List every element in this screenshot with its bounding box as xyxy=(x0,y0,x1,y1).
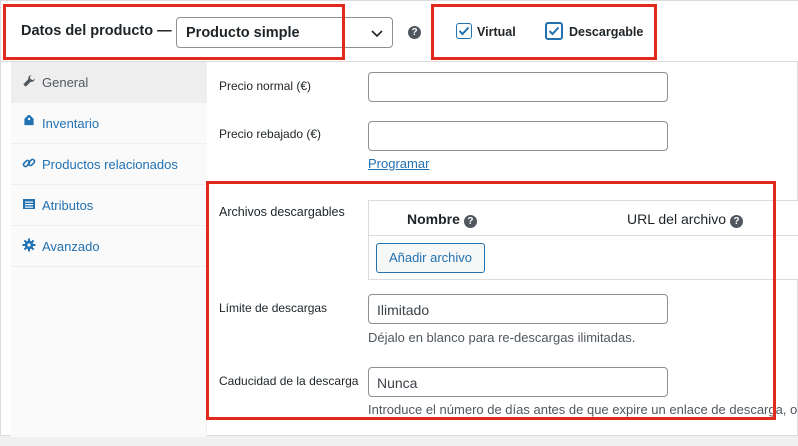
help-icon[interactable]: ? xyxy=(730,215,744,228)
product-data-title: Datos del producto — xyxy=(21,23,172,39)
product-data-tabs: General Inventario Productos relacionado… xyxy=(11,62,207,437)
downloadable-files-label: Archivos descargables xyxy=(219,205,345,219)
tab-general[interactable]: General xyxy=(11,62,207,103)
download-expiry-placeholder: Nunca xyxy=(377,375,418,391)
downloadable-checkbox[interactable] xyxy=(545,22,563,40)
tab-label: Atributos xyxy=(42,198,94,213)
tab-label: Inventario xyxy=(42,116,100,131)
download-limit-input[interactable]: Ilimitado xyxy=(368,294,668,324)
download-limit-placeholder: Ilimitado xyxy=(377,302,430,318)
virtual-label[interactable]: Virtual xyxy=(477,25,516,39)
download-limit-description: Déjalo en blanco para re-descargas ilimi… xyxy=(368,330,636,345)
downloadable-files-table: Nombre? URL del archivo? Añadir archivo xyxy=(368,200,798,280)
product-data-header: Datos del producto — Producto simple ? V… xyxy=(1,1,798,62)
gear-icon xyxy=(22,238,36,252)
column-name-header: Nombre? xyxy=(407,211,477,228)
column-url-header: URL del archivo? xyxy=(627,211,744,228)
download-expiry-description: Introduce el número de días antes de que… xyxy=(368,402,798,417)
downloads-section: Archivos descargables Nombre? URL del ar… xyxy=(206,62,798,436)
tag-icon xyxy=(24,115,34,126)
product-type-value: Producto simple xyxy=(186,25,300,41)
add-file-button[interactable]: Añadir archivo xyxy=(376,243,485,273)
checkmark-icon xyxy=(458,26,470,36)
tab-attributes[interactable]: Atributos xyxy=(11,185,207,226)
help-icon[interactable]: ? xyxy=(408,26,421,39)
wrench-icon xyxy=(23,75,35,87)
tab-label: Avanzado xyxy=(42,239,100,254)
downloadable-files-header: Nombre? URL del archivo? xyxy=(369,201,798,236)
virtual-checkbox[interactable] xyxy=(456,23,472,39)
tab-inventory[interactable]: Inventario xyxy=(11,103,207,144)
tab-label: Productos relacionados xyxy=(42,157,178,172)
help-icon[interactable]: ? xyxy=(463,215,477,228)
tab-advanced[interactable]: Avanzado xyxy=(11,226,207,267)
tab-linked-products[interactable]: Productos relacionados xyxy=(11,144,207,185)
link-icon xyxy=(22,158,36,168)
checkmark-icon xyxy=(548,26,560,36)
download-expiry-label: Caducidad de la descarga xyxy=(219,374,359,388)
list-icon xyxy=(23,199,35,209)
download-limit-label: Límite de descargas xyxy=(219,301,328,315)
product-type-select[interactable]: Producto simple xyxy=(176,17,393,48)
downloadable-label[interactable]: Descargable xyxy=(569,25,643,39)
chevron-down-icon xyxy=(371,30,383,38)
download-expiry-input[interactable]: Nunca xyxy=(368,367,668,397)
tab-label: General xyxy=(42,75,89,90)
